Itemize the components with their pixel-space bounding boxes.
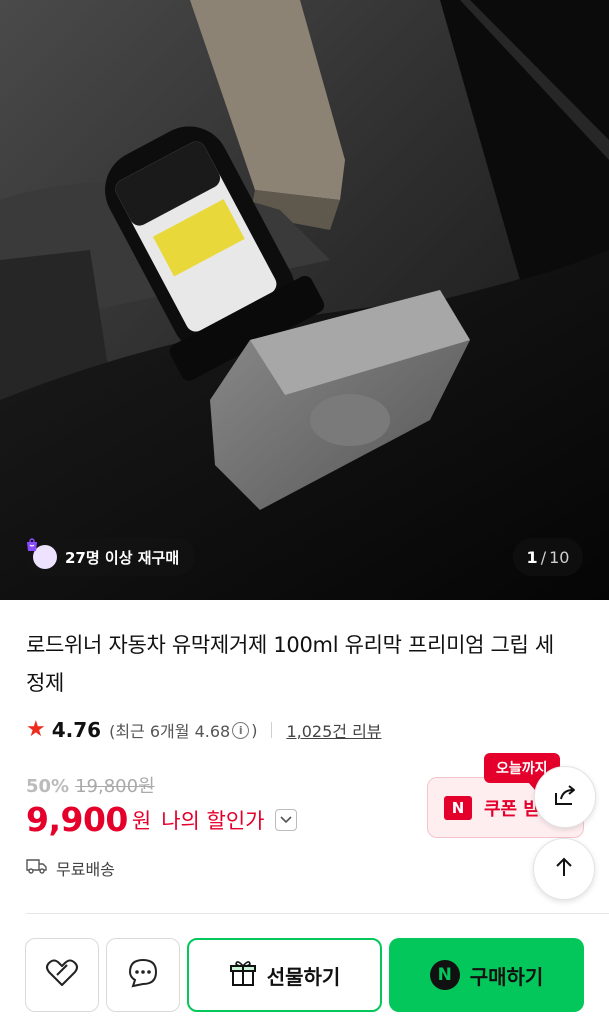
chat-bubble-icon (127, 958, 159, 992)
heart-tag-icon (45, 958, 79, 992)
my-discount-price-label: 나의 할인가 (161, 808, 265, 833)
recent-rating: (최근 6개월 4.68 i ) (109, 718, 257, 742)
share-icon (551, 781, 579, 813)
shipping-info: 무료배송 (26, 856, 115, 880)
buy-label: 구매하기 (469, 964, 544, 989)
share-button[interactable] (534, 766, 596, 828)
talk-talk-button[interactable] (106, 938, 180, 1012)
sale-price: 9,900 (26, 800, 128, 839)
rating-row: ★ 4.76 (최근 6개월 4.68 i ) 1,025건 리뷰 (26, 716, 382, 744)
product-image-carousel[interactable]: 27명 이상 재구매 1 / 10 (0, 0, 609, 600)
price-row: 9,900 원 나의 할인가 (26, 800, 297, 839)
image-counter: 1 / 10 (513, 538, 583, 576)
counter-separator: / (540, 547, 547, 567)
total-image-count: 10 (549, 547, 570, 567)
shopping-bag-icon (27, 538, 57, 569)
recent-rating-text: (최근 6개월 4.68 (109, 722, 231, 741)
discount-rate: 50% (26, 776, 70, 797)
repurchase-badge: 27명 이상 재구매 (25, 538, 196, 576)
chevron-down-icon[interactable] (274, 808, 297, 831)
product-photo (0, 0, 609, 600)
bottom-action-bar: 선물하기 N 구매하기 (0, 914, 609, 1024)
scroll-to-top-button[interactable] (533, 838, 595, 900)
wishlist-button[interactable] (25, 938, 99, 1012)
original-price: 19,800원 (75, 776, 155, 797)
info-icon[interactable]: i (232, 721, 250, 739)
price-unit: 원 (131, 808, 152, 833)
recent-rating-close: ) (251, 720, 258, 740)
shipping-text: 무료배송 (56, 860, 115, 879)
product-title: 로드위너 자동차 유막제거제 100ml 유리막 프리미엄 그립 세정제 (26, 633, 554, 695)
gift-button[interactable]: 선물하기 (187, 938, 382, 1012)
rating-score: 4.76 (51, 718, 102, 742)
repurchase-text: 27명 이상 재구매 (65, 548, 180, 567)
rating-divider (271, 722, 273, 738)
review-count-link[interactable]: 1,025건 리뷰 (286, 718, 381, 742)
gift-label: 선물하기 (266, 964, 341, 989)
star-icon: ★ (26, 717, 46, 742)
buy-button[interactable]: N 구매하기 (389, 938, 584, 1012)
truck-icon (26, 858, 48, 878)
gift-icon (229, 959, 257, 992)
arrow-up-icon (552, 855, 576, 883)
naver-logo-icon: N (444, 795, 472, 820)
coupon-label: 쿠폰 받 (484, 798, 540, 820)
current-image-number: 1 (526, 547, 538, 567)
discount-row: 50% 19,800원 (26, 772, 155, 798)
naver-pay-icon: N (429, 960, 460, 990)
